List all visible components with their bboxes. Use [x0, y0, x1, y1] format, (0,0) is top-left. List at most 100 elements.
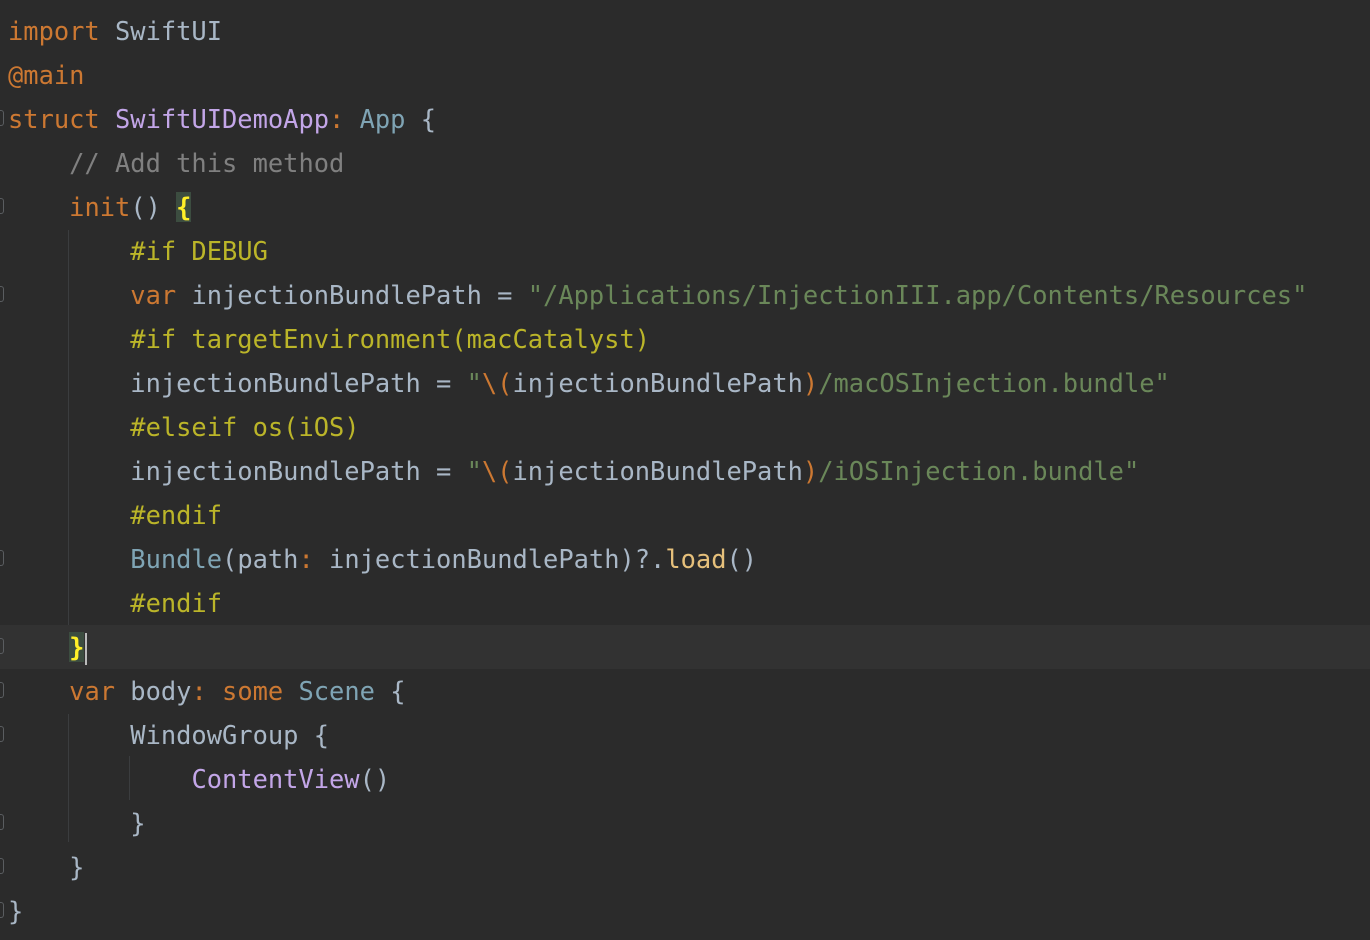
code-text: injectionBundlePath = "\(injectionBundle… — [8, 361, 1170, 405]
fold-marker-icon[interactable] — [0, 110, 4, 126]
code-token: : — [329, 104, 360, 134]
code-line[interactable]: #elseif os(iOS) — [0, 405, 1370, 449]
code-line[interactable]: injectionBundlePath = "\(injectionBundle… — [0, 361, 1370, 405]
code-line[interactable]: import SwiftUI — [0, 9, 1370, 53]
code-text: #if DEBUG — [8, 229, 268, 273]
code-line[interactable]: } — [0, 625, 1370, 669]
code-text: } — [8, 801, 146, 845]
code-text: #endif — [8, 493, 222, 537]
code-token: #elseif os(iOS) — [8, 412, 360, 442]
fold-marker-icon[interactable] — [0, 286, 4, 302]
code-token: injectionBundlePath = — [8, 368, 467, 398]
code-text: Bundle(path: injectionBundlePath)?.load(… — [8, 537, 757, 581]
code-token: "/Applications/InjectionIII.app/Contents… — [527, 280, 1308, 310]
code-token: #if DEBUG — [8, 236, 268, 266]
code-line[interactable]: } — [0, 845, 1370, 889]
code-text: @main — [8, 53, 84, 97]
code-line[interactable]: init() { — [0, 185, 1370, 229]
code-line[interactable]: #if DEBUG — [0, 229, 1370, 273]
fold-marker-icon[interactable] — [0, 814, 4, 830]
fold-marker-icon[interactable] — [0, 638, 4, 654]
fold-marker-icon[interactable] — [0, 726, 4, 742]
code-token: : — [191, 676, 223, 706]
matched-brace: { — [176, 192, 192, 222]
code-line[interactable]: var injectionBundlePath = "/Applications… — [0, 273, 1370, 317]
code-token: path — [237, 544, 299, 574]
code-token: WindowGroup { — [8, 720, 330, 750]
code-line[interactable]: ContentView() — [0, 757, 1370, 801]
code-token: Bundle — [130, 544, 223, 574]
code-token: body — [115, 676, 192, 706]
code-token: () — [359, 764, 391, 794]
code-line[interactable]: struct SwiftUIDemoApp: App { — [0, 97, 1370, 141]
code-text: struct SwiftUIDemoApp: App { — [8, 97, 436, 141]
code-line[interactable]: var body: some Scene { — [0, 669, 1370, 713]
fold-marker-icon[interactable] — [0, 902, 4, 918]
code-text: var injectionBundlePath = "/Applications… — [8, 273, 1307, 317]
code-text: injectionBundlePath = "\(injectionBundle… — [8, 449, 1139, 493]
code-text: } — [8, 889, 23, 933]
code-token: var — [69, 676, 116, 706]
code-token: \( — [481, 456, 513, 486]
code-token: var — [130, 280, 177, 310]
code-line[interactable]: WindowGroup { — [0, 713, 1370, 757]
code-token: } — [8, 808, 146, 838]
fold-marker-icon[interactable] — [0, 198, 4, 214]
code-token: ) — [802, 456, 819, 486]
code-line[interactable]: #endif — [0, 581, 1370, 625]
code-token: { — [405, 104, 437, 134]
code-token: \( — [481, 368, 513, 398]
code-token: /iOSInjection.bundle" — [818, 456, 1140, 486]
code-text: #endif — [8, 581, 222, 625]
code-token: { — [374, 676, 406, 706]
code-token: @main — [8, 60, 85, 90]
code-text: } — [8, 845, 84, 889]
code-line[interactable]: @main — [0, 53, 1370, 97]
matched-brace: } — [69, 632, 85, 662]
code-line[interactable]: // Add this method — [0, 141, 1370, 185]
code-token: SwiftUI — [99, 16, 223, 46]
code-token: () — [130, 192, 177, 222]
code-token: #if targetEnvironment(macCatalyst) — [8, 324, 651, 354]
code-token: // Add this method — [8, 148, 345, 178]
code-token: injectionBundlePath = — [8, 456, 467, 486]
code-line[interactable]: Bundle(path: injectionBundlePath)?.load(… — [0, 537, 1370, 581]
code-text: import SwiftUI — [8, 9, 222, 53]
code-editor[interactable]: import SwiftUI @main struct SwiftUIDemoApp… — [0, 0, 1370, 940]
fold-marker-icon[interactable] — [0, 550, 4, 566]
code-token: " — [466, 456, 482, 486]
text-caret — [85, 633, 88, 665]
code-token: ContentView — [191, 764, 360, 794]
code-token: ) — [802, 368, 819, 398]
code-line[interactable]: } — [0, 889, 1370, 933]
code-token: injectionBundlePath — [512, 368, 803, 398]
code-line[interactable]: #endif — [0, 493, 1370, 537]
code-token: init — [69, 192, 131, 222]
code-line[interactable]: } — [0, 801, 1370, 845]
code-token: struct — [8, 104, 100, 134]
code-text: init() { — [8, 185, 192, 229]
code-token: App — [359, 104, 406, 134]
code-token: ( — [222, 544, 238, 574]
code-text: #elseif os(iOS) — [8, 405, 360, 449]
code-line[interactable]: #if targetEnvironment(macCatalyst) — [0, 317, 1370, 361]
code-token: () — [726, 544, 758, 574]
fold-marker-icon[interactable] — [0, 682, 4, 698]
code-token: Scene — [298, 676, 375, 706]
code-token: } — [8, 852, 85, 882]
fold-marker-icon[interactable] — [0, 858, 4, 874]
code-text: #if targetEnvironment(macCatalyst) — [8, 317, 650, 361]
code-token: some — [222, 676, 284, 706]
code-token: /macOSInjection.bundle" — [818, 368, 1170, 398]
code-text: // Add this method — [8, 141, 344, 185]
code-token: " — [466, 368, 482, 398]
code-token: SwiftUIDemoApp — [115, 104, 330, 134]
code-line[interactable]: injectionBundlePath = "\(injectionBundle… — [0, 449, 1370, 493]
